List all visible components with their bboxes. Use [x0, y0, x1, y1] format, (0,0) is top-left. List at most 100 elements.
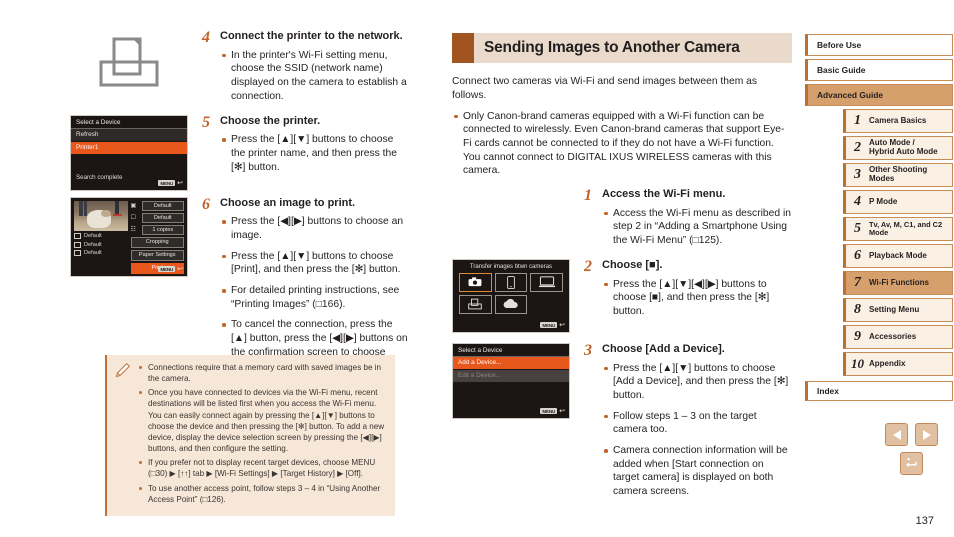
chapter-number: 4: [854, 194, 861, 209]
lcd-footer: MENU ↩: [540, 322, 565, 329]
bullet: Press the [◀][▶] buttons to choose an im…: [220, 215, 410, 242]
sidebar-chapter-accessories[interactable]: 9 Accessories: [843, 325, 953, 349]
step-1-text: 1 Access the Wi-Fi menu. Access the Wi-F…: [570, 188, 792, 255]
bullet: Press the [▲][▼][◀][▶] buttons to choose…: [602, 278, 792, 319]
return-home-button[interactable]: [900, 452, 923, 475]
camera-icon[interactable]: [459, 272, 492, 292]
select-device-figure: Select a Device Refresh Printer1 Search …: [70, 114, 188, 191]
print-setting-row[interactable]: ▣ Default: [130, 200, 184, 211]
lcd-list-item-add-device[interactable]: Add a Device...: [453, 356, 569, 370]
chapter-label: Setting Menu: [869, 304, 920, 314]
wifi-menu-figure: Transfer images btwn cameras MENU ↩: [452, 258, 570, 333]
manual-page: 4 Connect the printer to the network. In…: [0, 0, 954, 537]
print-setting-value: Default: [141, 200, 184, 211]
return-icon: ↩: [559, 407, 565, 415]
menu-tag: MENU: [540, 408, 558, 415]
chapter-label: Accessories: [869, 331, 917, 341]
lcd-select-device-screen: Select a Device Refresh Printer1 Search …: [70, 114, 188, 191]
print-option-row[interactable]: Default: [74, 241, 128, 248]
sidebar-item-before-use[interactable]: Before Use: [805, 34, 953, 56]
sidebar-chapter-tv-av-m-mode[interactable]: 5 Tv, Av, M, C1, and C2 Mode: [843, 217, 953, 241]
chapter-number: 2: [854, 140, 861, 155]
step-bullets: Press the [▲][▼] buttons to choose the p…: [220, 133, 410, 174]
page-number: 137: [915, 515, 934, 527]
printer-figure: [70, 30, 188, 91]
menu-tag: MENU: [158, 266, 176, 272]
lcd-wifi-menu-screen: Transfer images btwn cameras MENU ↩: [452, 258, 570, 333]
chapter-label: Auto Mode / Hybrid Auto Mode: [869, 138, 938, 156]
return-icon: ↩: [177, 265, 183, 273]
sidebar-chapter-appendix[interactable]: 10 Appendix: [843, 352, 953, 376]
chapter-number: 1: [854, 113, 861, 128]
chapter-label: Wi-Fi Functions: [869, 277, 929, 287]
step-bullets: Press the [◀][▶] buttons to choose an im…: [220, 215, 410, 373]
sidebar-chapter-wifi-functions[interactable]: 7 Wi-Fi Functions: [843, 271, 953, 295]
step-number: 6: [202, 195, 210, 213]
step-bullets: Press the [▲][▼] buttons to choose [Add …: [602, 362, 792, 499]
step-block-6: Default Default Default ▣ Default ☐ Defa…: [70, 195, 410, 381]
print-setting-row[interactable]: ☐ Default: [131, 212, 184, 223]
computer-icon[interactable]: [530, 272, 563, 292]
return-icon: ↩: [559, 321, 565, 329]
paper-settings-button[interactable]: Paper Settings: [130, 249, 184, 261]
note-item: Once you have connected to devices via t…: [137, 387, 387, 454]
sidebar-item-advanced-guide[interactable]: Advanced Guide: [805, 84, 953, 106]
lcd-footer: MENU ↩: [540, 408, 565, 415]
note-list: Connections require that a memory card w…: [137, 362, 387, 505]
lcd-print-settings-screen: Default Default Default ▣ Default ☐ Defa…: [70, 196, 188, 277]
lcd-list-item-printer1[interactable]: Printer1: [71, 141, 187, 155]
step-block-4: 4 Connect the printer to the network. In…: [70, 30, 410, 111]
sidebar-item-basic-guide[interactable]: Basic Guide: [805, 59, 953, 81]
previous-page-button[interactable]: [885, 423, 908, 446]
step-block-2: Transfer images btwn cameras MENU ↩ 2 Ch…: [452, 257, 792, 333]
bullet: Camera connection information will be ad…: [602, 444, 792, 499]
sidebar-chapter-setting-menu[interactable]: 8 Setting Menu: [843, 298, 953, 322]
sidebar-item-index[interactable]: Index: [805, 381, 953, 401]
sidebar-chapter-other-shooting-modes[interactable]: 3 Other Shooting Modes: [843, 163, 953, 187]
chapter-label: Playback Mode: [869, 250, 927, 260]
chapter-number: 9: [854, 329, 861, 344]
print-option-row[interactable]: Default: [74, 233, 128, 239]
left-content-column: 4 Connect the printer to the network. In…: [70, 30, 410, 384]
print-effect-icon: [74, 233, 81, 239]
bullet: Press the [▲][▼] buttons to choose [Prin…: [220, 250, 410, 277]
sidebar-chapter-p-mode[interactable]: 4 P Mode: [843, 190, 953, 214]
lcd-footer: MENU ↩: [158, 180, 183, 187]
intro-paragraph: Connect two cameras via Wi-Fi and send i…: [452, 76, 758, 101]
section-header: Sending Images to Another Camera: [452, 33, 792, 63]
step-number: 1: [584, 187, 592, 205]
lcd-caption: Transfer images btwn cameras: [469, 263, 553, 270]
step-number: 4: [202, 29, 210, 46]
sidebar-chapter-auto-mode[interactable]: 2 Auto Mode / Hybrid Auto Mode: [843, 136, 953, 160]
sidebar-navigation: Before Use Basic Guide Advanced Guide 1 …: [805, 34, 953, 401]
print-option-value: Default: [84, 241, 102, 248]
printer-icon[interactable]: [459, 294, 492, 314]
paper-icon: ▣: [130, 203, 137, 209]
chapter-number: 10: [851, 356, 864, 371]
lcd-list-item-edit-device: Edit a Device...: [453, 369, 569, 383]
cloud-icon[interactable]: [494, 294, 528, 314]
step-title: Choose [Add a Device].: [602, 342, 725, 355]
print-setting-value: 1 copies: [141, 224, 184, 235]
right-content-column: Sending Images to Another Camera Connect…: [452, 33, 792, 510]
lcd-footer: MENU ↩: [158, 266, 183, 273]
step-4-text: 4 Connect the printer to the network. In…: [188, 30, 410, 111]
step-bullets: In the printer's Wi-Fi setting menu, cho…: [220, 49, 410, 104]
step-bullets: Press the [▲][▼][◀][▶] buttons to choose…: [602, 278, 792, 319]
next-page-button[interactable]: [915, 423, 938, 446]
chapter-label: Other Shooting Modes: [869, 165, 928, 183]
print-option-row[interactable]: Default: [74, 250, 128, 256]
sidebar-chapter-playback-mode[interactable]: 6 Playback Mode: [843, 244, 953, 268]
bullet: In the printer's Wi-Fi setting menu, cho…: [220, 49, 410, 104]
wifi-device-grid: [459, 272, 563, 314]
step-3-text: 3 Choose [Add a Device]. Press the [▲][▼…: [570, 342, 792, 506]
smartphone-icon[interactable]: [494, 272, 528, 292]
page-title: Sending Images to Another Camera: [484, 39, 740, 56]
step-number: 2: [584, 257, 592, 275]
step-title: Access the Wi-Fi menu.: [602, 188, 726, 201]
intro-bullets: Only Canon-brand cameras equipped with a…: [452, 110, 792, 178]
cropping-button[interactable]: Cropping: [130, 236, 184, 248]
sidebar-chapter-camera-basics[interactable]: 1 Camera Basics: [843, 109, 953, 133]
lcd-list-item-refresh[interactable]: Refresh: [71, 128, 187, 142]
print-setting-row[interactable]: ☷ 1 copies: [131, 224, 184, 235]
